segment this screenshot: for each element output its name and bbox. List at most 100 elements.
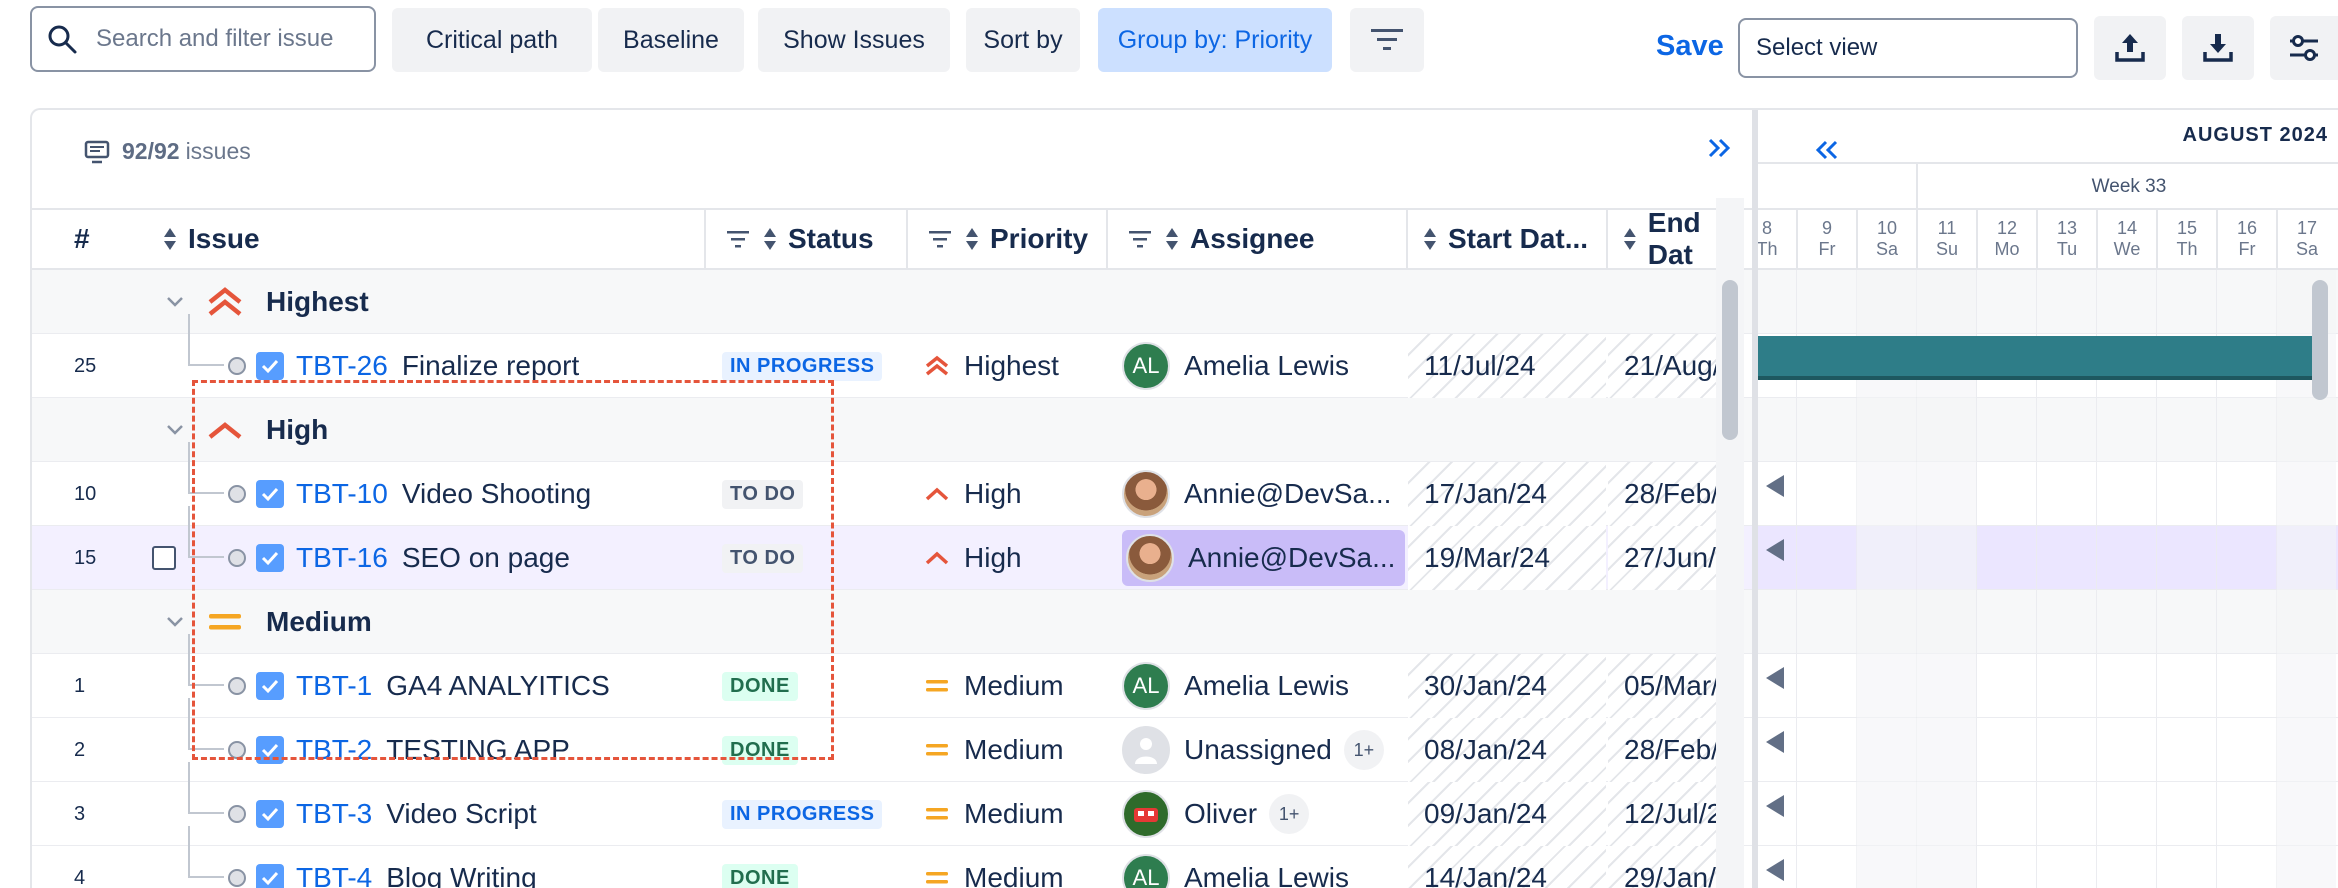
status-cell[interactable]: TO DO — [722, 462, 832, 526]
grid-scrollbar[interactable] — [1722, 280, 1738, 440]
scroll-to-task-arrow-icon[interactable] — [1766, 475, 1784, 497]
priority-cell[interactable]: High — [924, 462, 1022, 526]
start-date-cell[interactable]: 09/Jan/24 — [1408, 782, 1606, 846]
assignee-cell[interactable]: Oliver 1+ — [1122, 782, 1310, 846]
checkbox-icon[interactable] — [256, 544, 284, 572]
table-row[interactable]: 4 TBT-4 Blog Writing DONE Medium AL Amel… — [32, 826, 1752, 888]
save-link[interactable]: Save — [1656, 30, 1724, 63]
assignee-cell[interactable]: AL Amelia Lewis — [1122, 846, 1349, 888]
chevron-down-icon[interactable] — [166, 270, 184, 334]
priority-cell[interactable]: Medium — [924, 846, 1064, 888]
status-cell[interactable]: DONE — [722, 654, 798, 718]
priority-cell[interactable]: Medium — [924, 718, 1064, 782]
checkbox-icon[interactable] — [256, 352, 284, 380]
column-header-issue[interactable]: Issue — [162, 210, 260, 268]
filter-button[interactable] — [1350, 8, 1424, 72]
column-header-assignee[interactable]: Assignee — [1128, 210, 1315, 268]
end-date-cell[interactable]: 05/Mar/ — [1608, 654, 1728, 718]
issue-key-link[interactable]: TBT-2 — [296, 734, 372, 766]
table-row[interactable]: 2 TBT-2 TESTING APP DONE Medium Unassign… — [32, 698, 1752, 782]
status-cell[interactable]: DONE — [722, 846, 798, 888]
search-input[interactable] — [96, 25, 366, 53]
sort-by-button[interactable]: Sort by — [966, 8, 1080, 72]
assignee-cell[interactable]: Annie@DevSa... — [1122, 526, 1406, 590]
end-date-cell[interactable]: 29/Jan/ — [1608, 846, 1728, 888]
issue-key-link[interactable]: TBT-1 — [296, 670, 372, 702]
table-row[interactable]: 1 TBT-1 GA4 ANALYITICS DONE Medium AL Am… — [32, 634, 1752, 718]
start-date-cell[interactable]: 08/Jan/24 — [1408, 718, 1606, 782]
timeline-scrollbar[interactable] — [2312, 280, 2328, 400]
more-assignees-badge[interactable]: 1+ — [1269, 794, 1310, 834]
scroll-to-task-arrow-icon[interactable] — [1766, 539, 1784, 561]
table-row[interactable]: 10 TBT-10 Video Shooting TO DO High Anni… — [32, 442, 1752, 526]
scroll-to-task-arrow-icon[interactable] — [1766, 731, 1784, 753]
end-date-cell[interactable]: 27/Jun/ — [1608, 526, 1728, 590]
search-box[interactable] — [30, 6, 376, 72]
priority-cell[interactable]: Highest — [924, 334, 1059, 398]
status-cell[interactable]: DONE — [722, 718, 798, 782]
end-date-cell[interactable]: 21/Aug/ — [1608, 334, 1728, 398]
start-date-cell[interactable]: 17/Jan/24 — [1408, 462, 1606, 526]
checkbox-icon[interactable] — [256, 480, 284, 508]
issue-key-link[interactable]: TBT-16 — [296, 542, 388, 574]
issue-key-link[interactable]: TBT-26 — [296, 350, 388, 382]
group-by-button[interactable]: Group by: Priority — [1098, 8, 1332, 72]
more-assignees-badge[interactable]: 1+ — [1343, 730, 1384, 770]
row-select-checkbox[interactable] — [152, 526, 176, 590]
critical-path-button[interactable]: Critical path — [392, 8, 592, 72]
end-date-cell[interactable]: 28/Feb/ — [1608, 462, 1728, 526]
chevron-down-icon[interactable] — [166, 398, 184, 462]
start-date-cell[interactable]: 30/Jan/24 — [1408, 654, 1606, 718]
end-date-cell[interactable]: 12/Jul/2 — [1608, 782, 1728, 846]
assignee-cell[interactable]: Unassigned 1+ — [1122, 718, 1384, 782]
issue-key-link[interactable]: TBT-10 — [296, 478, 388, 510]
group-row-high[interactable]: High — [32, 398, 1752, 462]
issue-cell: TBT-3 Video Script — [228, 782, 537, 846]
export-button[interactable] — [2094, 16, 2166, 80]
group-row-medium[interactable]: Medium — [32, 590, 1752, 654]
issue-title: Finalize report — [401, 350, 580, 381]
assignee-cell[interactable]: Annie@DevSa... — [1122, 462, 1391, 526]
checkbox-icon[interactable] — [256, 736, 284, 764]
status-cell[interactable]: IN PROGRESS — [722, 334, 883, 398]
column-header-start-date[interactable]: Start Dat... — [1422, 210, 1588, 268]
priority-cell[interactable]: Medium — [924, 654, 1064, 718]
priority-cell[interactable]: Medium — [924, 782, 1064, 846]
group-row-highest[interactable]: Highest — [32, 270, 1752, 334]
checkbox-icon[interactable] — [256, 864, 284, 888]
issue-key-link[interactable]: TBT-4 — [296, 862, 372, 888]
priority-cell[interactable]: High — [924, 526, 1022, 590]
checkbox-icon[interactable] — [256, 672, 284, 700]
end-date-cell[interactable]: 28/Feb/ — [1608, 718, 1728, 782]
expand-gantt-icon[interactable] — [1700, 128, 1740, 168]
start-date-cell[interactable]: 19/Mar/24 — [1408, 526, 1606, 590]
baseline-button[interactable]: Baseline — [598, 8, 744, 72]
end-date: 05/Mar/ — [1624, 670, 1719, 701]
priority-label: Medium — [964, 798, 1064, 829]
assignee-cell[interactable]: AL Amelia Lewis — [1122, 334, 1349, 398]
show-issues-button[interactable]: Show Issues — [758, 8, 950, 72]
status-cell[interactable]: TO DO — [722, 526, 832, 590]
table-row-selected[interactable]: 15 TBT-16 SEO on page TO DO High Annie@D… — [32, 506, 1752, 590]
assignee-selected-chip[interactable]: Annie@DevSa... — [1122, 530, 1406, 586]
scroll-to-task-arrow-icon[interactable] — [1766, 667, 1784, 689]
gantt-bar-tbt-26[interactable] — [1758, 336, 2314, 380]
column-header-status[interactable]: Status — [726, 210, 874, 268]
import-button[interactable] — [2182, 16, 2254, 80]
issue-title: GA4 ANALYITICS — [386, 670, 610, 701]
column-header-priority[interactable]: Priority — [928, 210, 1088, 268]
table-row[interactable]: 3 TBT-3 Video Script IN PROGRESS Medium … — [32, 762, 1752, 846]
settings-button[interactable] — [2270, 16, 2338, 80]
checkbox-icon[interactable] — [256, 800, 284, 828]
scroll-to-task-arrow-icon[interactable] — [1766, 795, 1784, 817]
scroll-to-task-arrow-icon[interactable] — [1766, 859, 1784, 881]
assignee-cell[interactable]: AL Amelia Lewis — [1122, 654, 1349, 718]
status-cell[interactable]: IN PROGRESS — [722, 782, 883, 846]
chevron-down-icon[interactable] — [166, 590, 184, 654]
start-date-cell[interactable]: 14/Jan/24 — [1408, 846, 1606, 888]
assignee-name: Oliver — [1184, 798, 1258, 829]
table-row[interactable]: 25 TBT-26 Finalize report IN PROGRESS Hi… — [32, 314, 1752, 398]
issue-key-link[interactable]: TBT-3 — [296, 798, 372, 830]
select-view-dropdown[interactable]: Select view — [1738, 18, 2078, 78]
start-date-cell[interactable]: 11/Jul/24 — [1408, 334, 1606, 398]
